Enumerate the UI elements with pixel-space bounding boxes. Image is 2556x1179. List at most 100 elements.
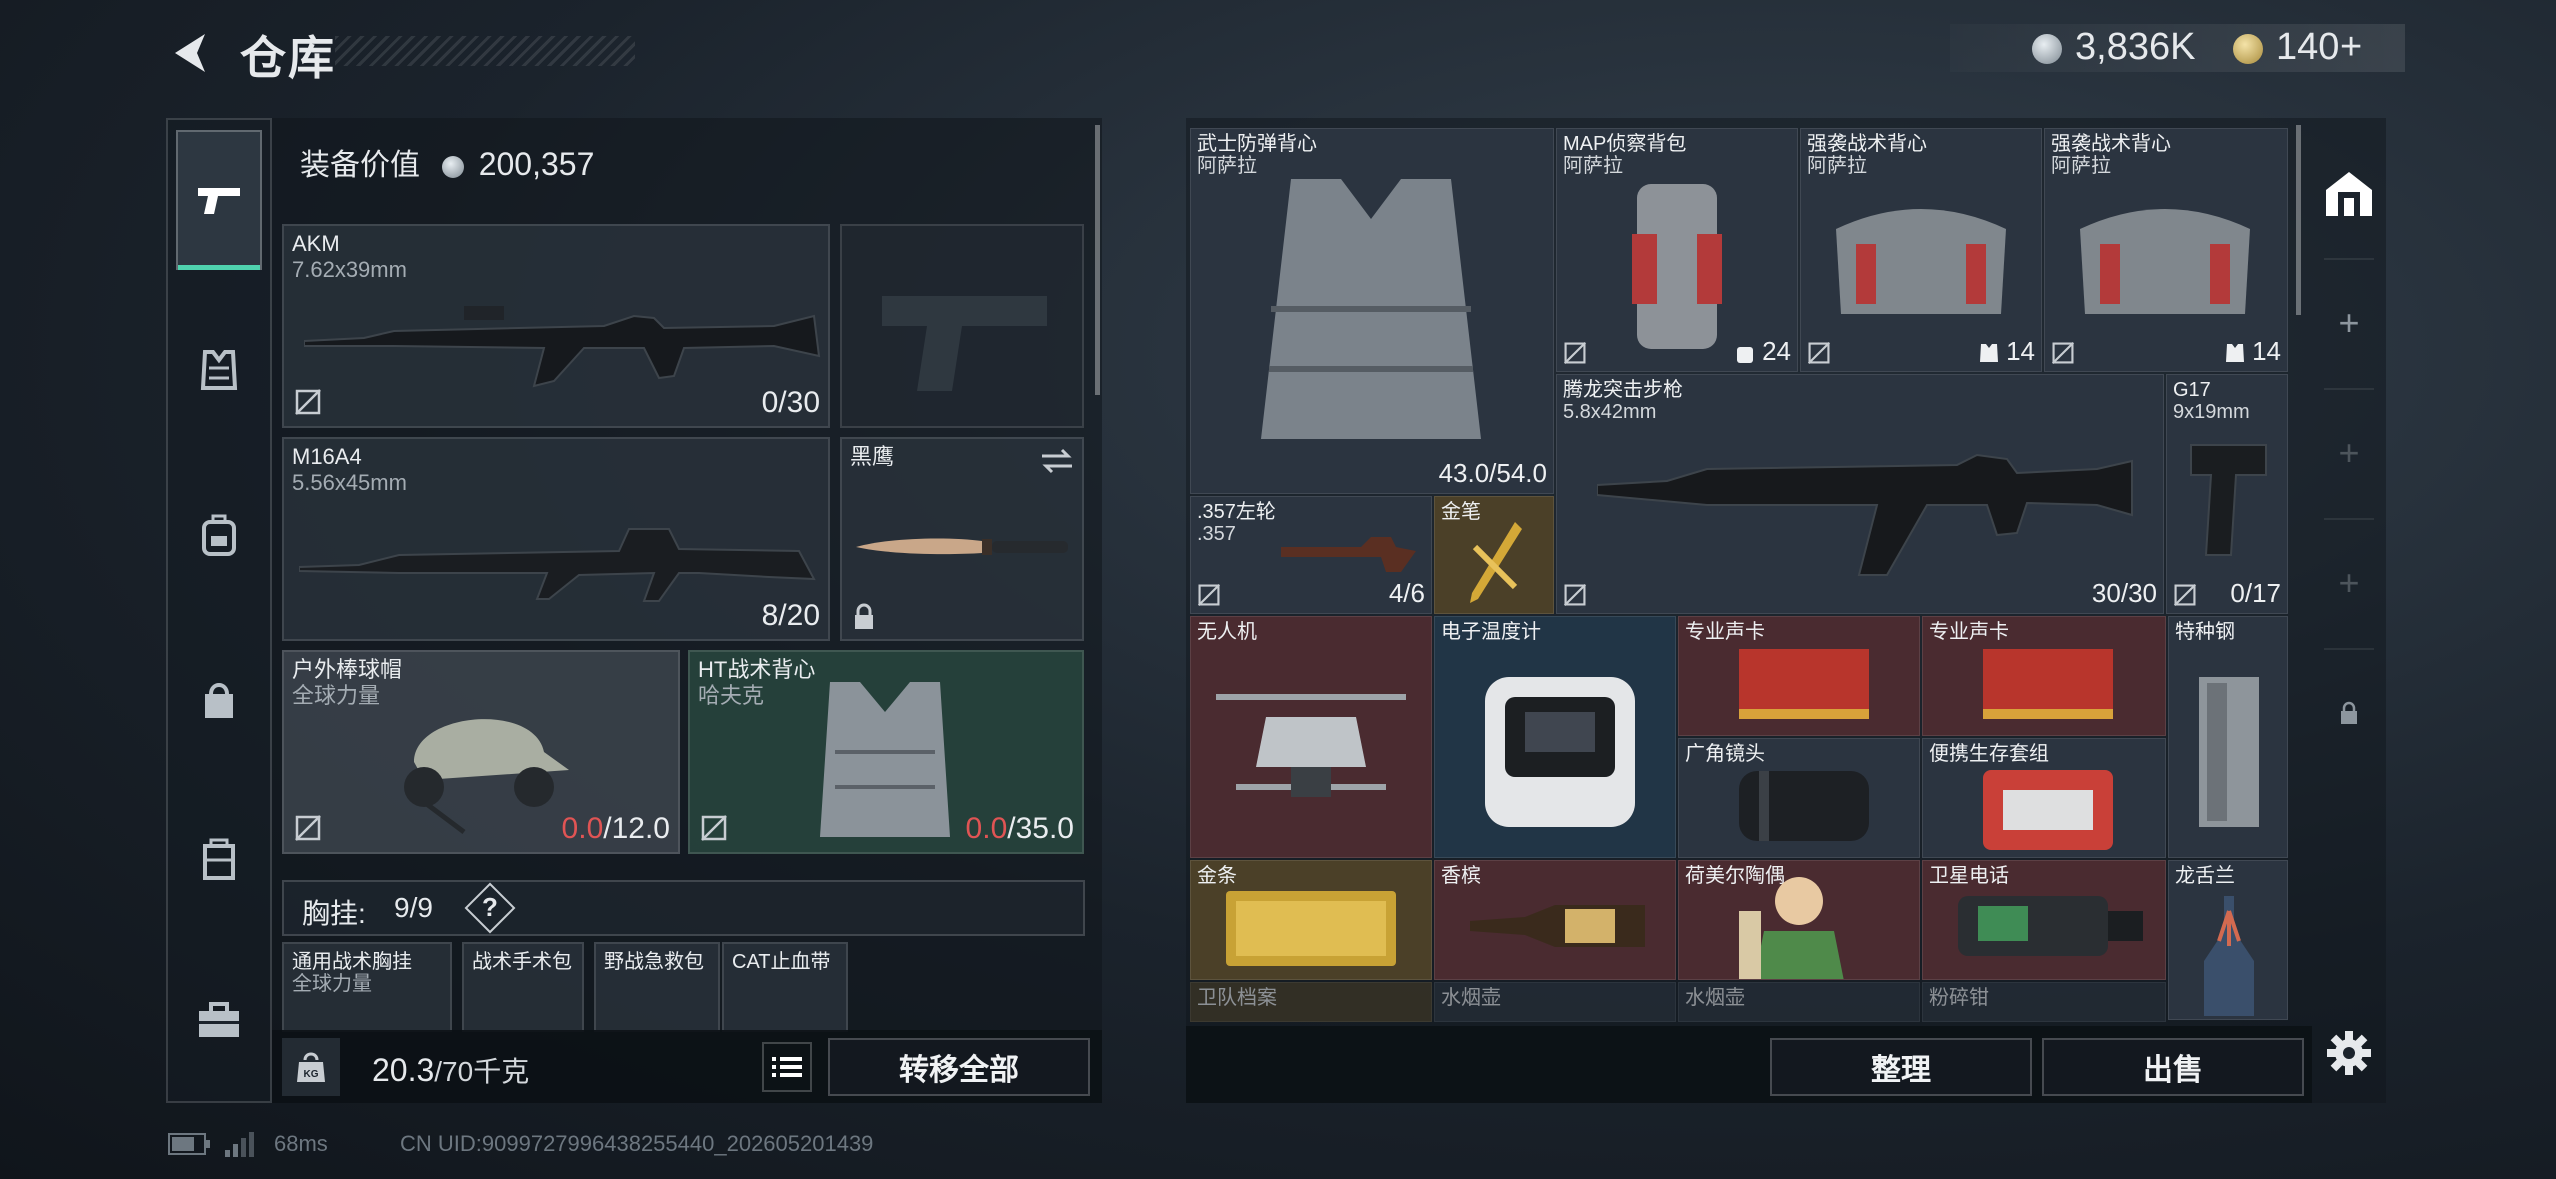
rig-item[interactable]: CAT止血带 — [722, 942, 848, 1032]
armor-durability: 0.0/35.0 — [965, 812, 1074, 845]
weight-icon-box: KG — [282, 1038, 340, 1096]
stash-item[interactable]: 卫星电话 — [1922, 860, 2166, 980]
item-capacity: 14 — [1979, 336, 2035, 367]
silver-coin-icon — [2032, 34, 2062, 64]
stash-item[interactable]: 龙舌兰 — [2168, 860, 2288, 1020]
chest-rig-image — [2080, 209, 2250, 314]
item-durability: 43.0/54.0 — [1438, 458, 1547, 488]
item-caliber: 9x19mm — [2173, 401, 2250, 423]
armor-slot[interactable]: HT战术背心 哈夫克 0.0/35.0 — [688, 650, 1084, 854]
melee-name: 黑鹰 — [850, 444, 895, 469]
knife-image — [856, 538, 1068, 555]
stash-item[interactable]: 金条 — [1190, 860, 1432, 980]
stash-item[interactable]: 专业声卡 — [1678, 616, 1920, 736]
add-gold-button[interactable]: + — [2340, 26, 2362, 69]
settings-button[interactable] — [2312, 998, 2386, 1108]
stash-item[interactable]: 无人机 — [1190, 616, 1432, 858]
stash-item[interactable]: 强袭战术背心 阿萨拉 14 — [1800, 128, 2042, 372]
gold-bar-image — [1226, 891, 1396, 966]
item-brand: 阿萨拉 — [2051, 155, 2111, 177]
pistol-slot[interactable] — [840, 224, 1084, 428]
top-bar: 仓库 3,836K 140 + — [0, 0, 2556, 110]
stash-item[interactable]: 强袭战术背心 阿萨拉 14 — [2044, 128, 2288, 372]
stash-item[interactable]: 专业声卡 — [1922, 616, 2166, 736]
stash-item[interactable]: 特种钢 — [2168, 616, 2288, 858]
stash-item[interactable]: 荷美尔陶偶 — [1678, 860, 1920, 980]
transfer-all-button[interactable]: 转移全部 — [828, 1038, 1090, 1096]
stash-item[interactable]: 香槟 — [1434, 860, 1676, 980]
item-name: 卫星电话 — [1929, 865, 2009, 887]
not-insured-icon — [295, 815, 321, 841]
stash-item[interactable]: 金笔 — [1434, 496, 1554, 614]
melee-slot[interactable]: 黑鹰 — [840, 437, 1084, 641]
nav-bag[interactable] — [176, 630, 262, 770]
list-view-button[interactable] — [762, 1042, 812, 1092]
sound-card-image — [1983, 649, 2113, 719]
item-name: 粉碎钳 — [1929, 987, 1989, 1009]
item-name: 卫队档案 — [1197, 987, 1277, 1009]
not-insured-icon — [2051, 341, 2075, 365]
rail-divider — [2324, 648, 2374, 650]
stash-scrollbar[interactable] — [2296, 125, 2301, 315]
rail-divider — [2324, 518, 2374, 520]
akm-rifle-image — [304, 306, 821, 388]
gold-amount: 140 — [2276, 26, 2340, 68]
backpack-image — [1632, 184, 1722, 349]
primary-weapon-slot[interactable]: AKM 7.62x39mm 0/30 — [282, 224, 830, 428]
item-name: G17 — [2173, 379, 2211, 401]
stash-item[interactable]: 腾龙突击步枪 5.8x42mm 30/30 — [1556, 374, 2164, 614]
rig-item[interactable]: 野战急救包 — [594, 942, 720, 1032]
swap-icon[interactable] — [1040, 447, 1074, 475]
nav-container[interactable] — [176, 790, 262, 930]
stash-tab-main[interactable] — [2312, 138, 2386, 248]
chest-rig-header[interactable]: 胸挂: 9/9 ? — [282, 880, 1085, 936]
armor-vest-image — [1261, 179, 1481, 439]
nav-weapons[interactable] — [176, 130, 262, 270]
gold-pen-image — [1470, 522, 1522, 603]
item-name: 强袭战术背心 — [2051, 133, 2171, 155]
stash-item[interactable]: 卫队档案 — [1190, 982, 1432, 1022]
equipment-value: 装备价值 200,357 — [300, 140, 594, 184]
sort-button[interactable]: 整理 — [1770, 1038, 2032, 1096]
ammo-count: 30/30 — [2091, 578, 2157, 608]
back-arrow-icon[interactable] — [165, 28, 215, 78]
add-stash-tab-button[interactable]: + — [2312, 398, 2386, 508]
m16a4-rifle-image — [299, 528, 816, 602]
not-insured-icon — [1563, 583, 1587, 607]
nav-armor[interactable] — [176, 300, 262, 440]
stash-item[interactable]: 武士防弹背心 阿萨拉 43.0/54.0 — [1190, 128, 1554, 494]
secondary-weapon-slot[interactable]: M16A4 5.56x45mm 8/20 — [282, 437, 830, 641]
equipment-scrollbar[interactable] — [1095, 125, 1100, 395]
bag-icon — [205, 683, 233, 718]
item-name: 龙舌兰 — [2175, 865, 2235, 887]
stash-item[interactable]: 水烟壶 — [1434, 982, 1676, 1022]
nav-toolbox[interactable] — [176, 950, 262, 1090]
gold-coin-icon — [2233, 34, 2263, 64]
add-stash-tab-button[interactable]: + — [2312, 268, 2386, 378]
stash-item[interactable]: 粉碎钳 — [1922, 982, 2166, 1022]
item-name: 水烟壶 — [1685, 987, 1745, 1009]
item-name: 腾龙突击步枪 — [1563, 379, 1683, 401]
gear-icon — [2327, 1031, 2371, 1075]
stash-item[interactable]: G17 9x19mm 0/17 — [2166, 374, 2288, 614]
stash-item[interactable]: MAP侦察背包 阿萨拉 24 — [1556, 128, 1798, 372]
stash-item[interactable]: 广角镜头 — [1678, 738, 1920, 858]
rig-label: 胸挂: — [302, 898, 366, 929]
stash-item[interactable]: 水烟壶 — [1678, 982, 1920, 1022]
stash-item[interactable]: 便携生存套组 — [1922, 738, 2166, 858]
warehouse-icon — [2326, 172, 2372, 216]
add-stash-tab-button[interactable]: + — [2312, 528, 2386, 638]
sell-button[interactable]: 出售 — [2042, 1038, 2304, 1096]
weapon-name: M16A4 — [292, 444, 362, 469]
stash-item[interactable]: 电子温度计 — [1434, 616, 1676, 858]
rig-item[interactable]: 战术手术包 — [462, 942, 584, 1032]
helmet-slot[interactable]: 户外棒球帽 全球力量 0.0/12.0 — [282, 650, 680, 854]
rig-item[interactable]: 通用战术胸挂 全球力量 — [282, 942, 452, 1032]
nav-backpack[interactable] — [176, 465, 262, 605]
equipment-value-label: 装备价值 — [300, 149, 420, 182]
locked-stash-tab[interactable] — [2312, 658, 2386, 768]
rig-capacity: 9/9 — [394, 892, 433, 923]
stash-item[interactable]: .357左轮 .357 4/6 — [1190, 496, 1432, 614]
item-name: 香槟 — [1441, 865, 1481, 887]
ammo-count: 0/30 — [761, 386, 820, 419]
